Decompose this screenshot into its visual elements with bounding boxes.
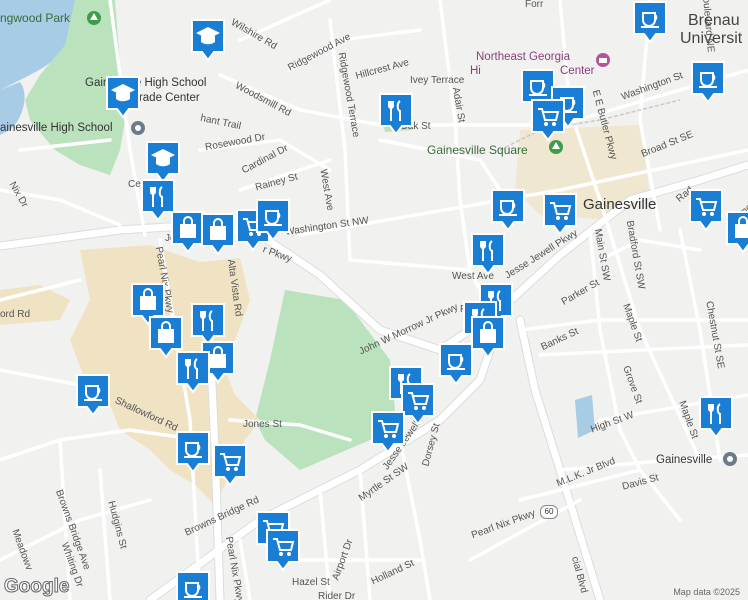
bag-icon [471, 316, 505, 359]
ne-georgia-label-1: Northeast Georgia [476, 51, 570, 63]
ridgewood-park-label: ngwood Park [0, 11, 71, 25]
restaurant-icon [379, 93, 413, 136]
cart-marker[interactable] [530, 98, 566, 142]
ghs-9th-label: Gainesville High School [85, 77, 207, 89]
cart-marker[interactable] [265, 528, 301, 572]
coffee-icon [439, 343, 473, 386]
ghs-label: ainesville High School [0, 122, 113, 134]
restaurant-icon [699, 396, 733, 439]
coffee-icon [691, 61, 725, 104]
gainesville-square-label: Gainesville Square [427, 143, 528, 157]
school-marker[interactable] [190, 18, 226, 62]
ne-georgia-label-2: Hi [470, 65, 481, 77]
bag-marker[interactable] [200, 212, 236, 256]
bag-marker[interactable] [725, 210, 748, 254]
cart-icon [543, 193, 577, 236]
coffee-icon [76, 374, 110, 417]
coffee-icon [176, 571, 210, 600]
forr-label: Forr [525, 0, 544, 10]
restaurant-marker[interactable] [698, 395, 734, 439]
route-60-shield: 60 [540, 505, 558, 519]
ne-georgia-label-3: Center [560, 65, 595, 77]
cart-icon [371, 411, 405, 454]
restaurant-icon [176, 351, 210, 394]
brenau-label-2: Universit [680, 30, 743, 47]
cart-icon [213, 444, 247, 487]
cart-icon [531, 99, 565, 142]
google-logo: Google [3, 576, 70, 598]
cemetery-label: Ce [128, 179, 141, 190]
cart-marker[interactable] [212, 443, 248, 487]
map-canvas[interactable]: 60 ngwood Park Wilshire Rd Ridgewood Ave… [0, 0, 748, 600]
bag-icon [201, 213, 235, 256]
brenau-label-1: Brenau [688, 12, 740, 29]
coffee-icon [176, 431, 210, 474]
station-pin-icon[interactable] [722, 451, 738, 467]
school-pin-icon[interactable] [130, 120, 146, 136]
museum-pin-icon[interactable] [595, 52, 611, 68]
coffee-marker[interactable] [75, 373, 111, 417]
cart-marker[interactable] [688, 188, 724, 232]
jones-label: Jones St [243, 419, 282, 430]
cart-marker[interactable] [542, 192, 578, 236]
coffee-icon [256, 199, 290, 242]
coffee-marker[interactable] [255, 198, 291, 242]
coffee-marker[interactable] [438, 342, 474, 386]
coffee-icon [633, 1, 667, 44]
coffee-marker[interactable] [175, 430, 211, 474]
coffee-marker[interactable] [632, 0, 668, 44]
hazel-label: Hazel St [292, 577, 330, 588]
school-marker[interactable] [105, 75, 141, 119]
bag-icon [726, 211, 748, 254]
cart-icon [266, 529, 300, 572]
rider-label: Rider Dr [318, 591, 356, 600]
restaurant-marker[interactable] [175, 350, 211, 394]
ivey-label: Ivey Terrace [410, 75, 465, 86]
cart-marker[interactable] [370, 410, 406, 454]
school-icon [106, 76, 140, 119]
gainesville-station-label: Gainesville [656, 454, 713, 466]
ord-rd-label: ord Rd [0, 309, 31, 320]
restaurant-marker[interactable] [378, 92, 414, 136]
coffee-marker[interactable] [490, 188, 526, 232]
school-icon [191, 19, 225, 62]
restaurant-icon [471, 233, 505, 276]
map-attribution: Map data ©2025 [673, 587, 740, 597]
cart-icon [689, 189, 723, 232]
coffee-marker[interactable] [175, 570, 211, 600]
coffee-marker[interactable] [690, 60, 726, 104]
bag-marker[interactable] [470, 315, 506, 359]
gainesville-label: Gainesville [583, 196, 657, 213]
restaurant-marker[interactable] [470, 232, 506, 276]
park-pin-icon[interactable] [86, 10, 102, 26]
coffee-icon [491, 189, 525, 232]
